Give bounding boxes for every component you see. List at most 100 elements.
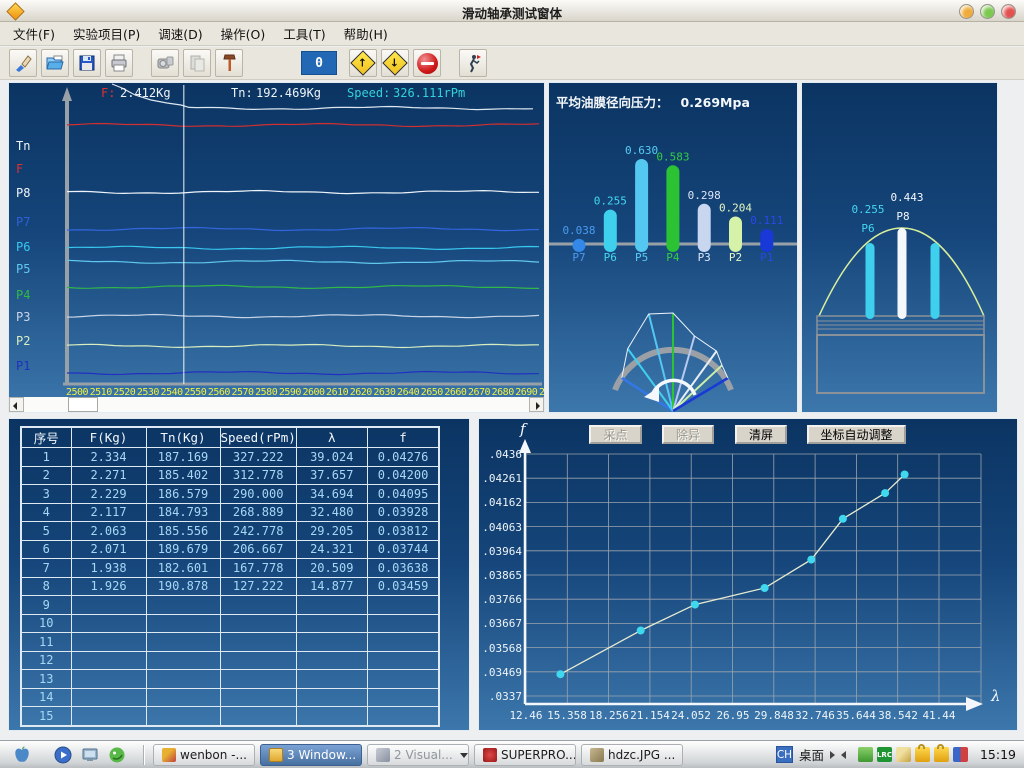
open-file-button[interactable] <box>41 49 69 77</box>
table-cell: 5 <box>21 522 71 541</box>
table-row: 62.071189.679206.66724.3210.03744 <box>21 540 439 559</box>
chevron-left-icon[interactable] <box>841 751 846 759</box>
table-cell <box>71 651 146 670</box>
maximize-button[interactable] <box>980 4 995 19</box>
display-icon[interactable] <box>81 746 99 764</box>
trend-x-tick: 2510 <box>90 387 113 397</box>
trend-scrollbar[interactable] <box>9 397 544 412</box>
trend-axis-label-P8: P8 <box>16 186 30 200</box>
media-player-icon[interactable] <box>54 746 72 764</box>
trend-x-tick: 2540 <box>161 387 184 397</box>
save-button[interactable] <box>73 49 101 77</box>
friction-y-tick: .03865 <box>482 569 522 582</box>
close-button[interactable] <box>1001 4 1016 19</box>
taskbar-task-2[interactable]: 3 Window... <box>260 744 362 766</box>
friction-y-tick: .03766 <box>482 593 522 606</box>
friction-x-tick: 29.848 <box>754 709 794 722</box>
friction-x-tick: 21.154 <box>630 709 670 722</box>
toolbar: 0 ↑ ↓ <box>0 47 1024 80</box>
friction-data-point <box>556 670 564 678</box>
book-icon <box>162 748 176 762</box>
lock-icon[interactable] <box>915 747 930 762</box>
table-row: 11 <box>21 633 439 652</box>
title-bar: 滑动轴承测试窗体 <box>0 0 1024 22</box>
axial-bar-P8 <box>898 228 907 319</box>
friction-button-3[interactable]: 清屏 <box>735 425 787 444</box>
friction-x-tick: 26.95 <box>716 709 749 722</box>
table-cell <box>71 670 146 689</box>
chevron-right-icon[interactable] <box>830 751 835 759</box>
table-cell: 167.778 <box>220 559 296 578</box>
lock-icon[interactable] <box>934 747 949 762</box>
scrollbar-thumb[interactable] <box>68 397 98 412</box>
pencil-icon[interactable] <box>896 747 911 762</box>
operator-button[interactable] <box>459 49 487 77</box>
taskbar-task-3[interactable]: 2 Visual... <box>367 744 469 766</box>
table-cell: 190.878 <box>146 577 220 596</box>
scrollbar-track[interactable] <box>24 397 529 412</box>
table-cell: 189.679 <box>146 540 220 559</box>
scrollbar-right-arrow-icon[interactable] <box>529 397 544 412</box>
table-cell <box>367 707 439 726</box>
green-app-icon[interactable] <box>108 746 126 764</box>
image-viewer-icon <box>590 748 604 762</box>
table-cell <box>220 670 296 689</box>
axial-bar-right <box>931 243 940 319</box>
usb-icon[interactable] <box>858 747 873 762</box>
task-label: 2 Visual... <box>394 748 453 762</box>
menu-item-1[interactable]: 文件(F) <box>4 21 64 46</box>
capture-button[interactable] <box>151 49 179 77</box>
speed-down-icon: ↓ <box>382 50 407 75</box>
dropdown-arrow-icon[interactable] <box>460 753 468 762</box>
trend-axis-label-P7: P7 <box>16 215 30 229</box>
table-cell: 290.000 <box>220 485 296 504</box>
menu-item-3[interactable]: 调速(D) <box>149 21 211 46</box>
menu-item-4[interactable]: 操作(O) <box>212 21 275 46</box>
table-cell: 39.024 <box>296 448 367 467</box>
language-indicator[interactable]: CH <box>776 746 793 763</box>
table-row: 9 <box>21 596 439 615</box>
friction-y-axis-label: f <box>520 420 526 438</box>
brush-tool-button[interactable] <box>9 49 37 77</box>
print-button[interactable] <box>105 49 133 77</box>
lrc-icon[interactable]: LRC <box>877 747 892 762</box>
open-folder-icon <box>45 53 65 73</box>
task-label: hdzc.JPG ... <box>608 748 675 762</box>
table-cell: 187.169 <box>146 448 220 467</box>
table-cell: 2.229 <box>71 485 146 504</box>
friction-x-tick: 32.746 <box>795 709 835 722</box>
trend-series-P8 <box>67 191 539 194</box>
friction-x-tick: 18.256 <box>589 709 629 722</box>
table-cell <box>367 688 439 707</box>
table-header-cell: 序号 <box>21 427 71 448</box>
taskbar-task-1[interactable]: wenbon -... <box>153 744 255 766</box>
taskbar-task-4[interactable]: SUPERPRO... <box>474 744 576 766</box>
menu-item-5[interactable]: 工具(T) <box>274 21 334 46</box>
table-cell: 1.938 <box>71 559 146 578</box>
table-cell <box>367 633 439 652</box>
table-cell: 2.271 <box>71 466 146 485</box>
speed-up-button[interactable]: ↑ <box>349 49 377 77</box>
speed-counter[interactable]: 0 <box>301 51 337 75</box>
stop-button[interactable] <box>413 49 441 77</box>
tools-button[interactable] <box>215 49 243 77</box>
start-button[interactable] <box>8 745 36 765</box>
speed-down-button[interactable]: ↓ <box>381 49 409 77</box>
hammer-icon <box>219 53 239 73</box>
friction-y-tick: .04261 <box>482 472 522 485</box>
friction-button-4[interactable]: 坐标自动调整 <box>807 425 906 444</box>
table-header-cell: f <box>367 427 439 448</box>
shield-icon[interactable] <box>953 747 968 762</box>
trend-x-tick: 2570 <box>231 387 254 397</box>
menu-item-6[interactable]: 帮助(H) <box>335 21 397 46</box>
menu-item-2[interactable]: 实验项目(P) <box>64 21 149 46</box>
table-cell: 312.778 <box>220 466 296 485</box>
taskbar-task-5[interactable]: hdzc.JPG ... <box>581 744 683 766</box>
radial-bar-value-P1: 0.111 <box>750 214 783 227</box>
table-cell <box>220 651 296 670</box>
trend-series-P1 <box>67 372 539 375</box>
scrollbar-left-arrow-icon[interactable] <box>9 397 24 412</box>
minimize-button[interactable] <box>959 4 974 19</box>
desktop-toolbar-label[interactable]: 桌面 <box>799 745 824 764</box>
table-cell: 242.778 <box>220 522 296 541</box>
